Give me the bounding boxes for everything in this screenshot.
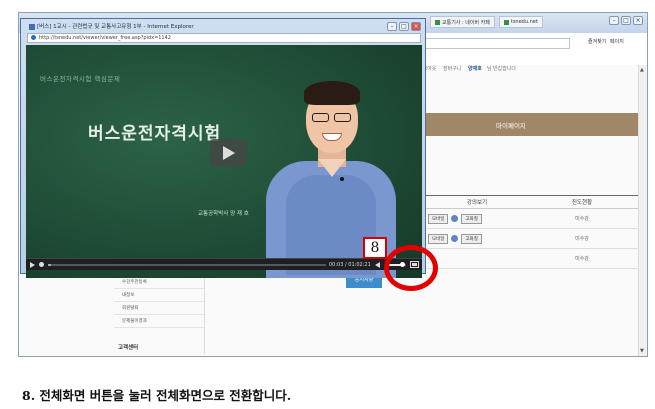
seek-bar-fill	[48, 264, 51, 266]
close-icon[interactable]: ×	[411, 22, 421, 31]
presenter-glasses	[312, 113, 352, 122]
presenter-hair	[304, 81, 360, 105]
lecture-table: 강의보기 진도현황 모바일 고화질 미수강 모바일 고화질 미수강 미수강	[426, 195, 638, 269]
ie-icon	[29, 23, 35, 30]
ie-icon	[451, 215, 459, 222]
lapel-mic	[340, 177, 344, 181]
vertical-scrollbar[interactable]: ▲ ▼	[638, 65, 647, 356]
header-lecture: 강의보기	[466, 200, 488, 206]
address-bar[interactable]	[410, 38, 570, 49]
page-menu[interactable]: 페이지	[610, 38, 624, 45]
minimize-icon[interactable]: –	[387, 22, 397, 31]
favicon-icon	[503, 19, 509, 25]
instruction-caption: 8. 전체화면 버튼을 눌러 전체화면으로 전환합니다.	[22, 388, 292, 403]
popup-titlebar: [버스] 1교시 - 관련법규 및 교통사고유형 1부 - Internet E…	[29, 22, 194, 30]
board-credit: 교통공학박사 양 재 호	[198, 211, 249, 217]
ie-icon	[451, 235, 459, 242]
board-subtitle: 버스운전자격시험 핵심문제	[40, 75, 121, 83]
hd-button[interactable]: 고화질	[461, 233, 482, 244]
highlight-circle	[384, 245, 438, 291]
menu-item-quiz-results[interactable]: 문제풀이결과	[114, 315, 204, 328]
popup-url: http://tsnedu.net/viewer/viewer_free.asp…	[39, 35, 171, 41]
video-popup-window: [버스] 1교시 - 관련법규 및 교통사고유형 1부 - Internet E…	[20, 18, 426, 278]
customer-center-heading: 고객센터	[118, 345, 139, 351]
table-row: 모바일 고화질 미수강	[426, 209, 638, 229]
cart-link[interactable]: 장바구니	[443, 66, 461, 72]
stop-icon[interactable]	[39, 262, 44, 267]
presenter-image	[256, 75, 422, 278]
volume-icon[interactable]	[375, 262, 380, 268]
ie-icon	[31, 35, 36, 40]
scroll-down-icon[interactable]: ▼	[640, 348, 644, 354]
popup-title: [버스] 1교시 - 관련법규 및 교통사고유형 1부 - Internet E…	[37, 24, 194, 30]
mobile-button[interactable]: 모바일	[428, 213, 449, 224]
progress-status: 미수강	[575, 216, 589, 222]
mobile-button[interactable]: 모바일	[428, 233, 449, 244]
seek-bar[interactable]	[48, 264, 326, 266]
hd-button[interactable]: 고화질	[461, 213, 482, 224]
close-icon[interactable]: ×	[633, 16, 643, 25]
step-number-badge: 8	[363, 237, 387, 259]
header-progress: 진도현황	[571, 200, 593, 206]
browser-tab-strip: 교통기사 : 네이버 카페 tsnedu.net	[430, 16, 630, 30]
menu-item-withdraw[interactable]: 회원탈퇴	[114, 302, 204, 315]
banner-label: 마이페이지	[496, 121, 526, 130]
progress-status: 미수강	[575, 236, 589, 242]
player-control-bar: 00:03 / 01:02:21	[26, 258, 422, 270]
maximize-icon[interactable]: □	[399, 22, 409, 31]
tab-label: 교통기사 : 네이버 카페	[442, 19, 490, 26]
tab-label: tsnedu.net	[510, 19, 538, 25]
board-title: 버스운전자격시험	[88, 124, 222, 144]
tab-tsnedu[interactable]: tsnedu.net	[498, 16, 543, 28]
left-menu: 수강주관등록 내정보 회원탈퇴 문제풀이결과	[114, 276, 204, 328]
play-icon[interactable]	[30, 262, 35, 268]
popup-address-bar[interactable]: http://tsnedu.net/viewer/viewer_free.asp…	[27, 33, 421, 43]
play-overlay-icon[interactable]	[210, 139, 246, 166]
time-display: 00:03 / 01:02:21	[329, 262, 371, 268]
tab-naver-cafe[interactable]: 교통기사 : 네이버 카페	[430, 16, 495, 28]
table-row: 모바일 고화질 미수강	[426, 229, 638, 249]
scroll-up-icon[interactable]: ▲	[640, 67, 644, 73]
mypage-banner: 마이페이지	[426, 113, 638, 136]
favicon-icon	[435, 19, 440, 25]
popup-window-controls: – □ ×	[387, 22, 421, 31]
menu-item-my-info[interactable]: 내정보	[114, 289, 204, 302]
table-header: 강의보기 진도현황	[426, 195, 638, 209]
top-nav: 로그아웃 장바구니 양재호 님 반갑습니다	[418, 65, 526, 72]
progress-status: 미수강	[575, 256, 589, 262]
divider	[204, 276, 205, 354]
browser-toolbar: 즐겨찾기 페이지	[410, 38, 630, 50]
greeting: 님 반갑습니다	[486, 66, 517, 72]
user-name: 양재호	[468, 66, 482, 72]
favorites-menu[interactable]: 즐겨찾기	[588, 38, 606, 45]
table-row: 미수강	[426, 249, 638, 269]
